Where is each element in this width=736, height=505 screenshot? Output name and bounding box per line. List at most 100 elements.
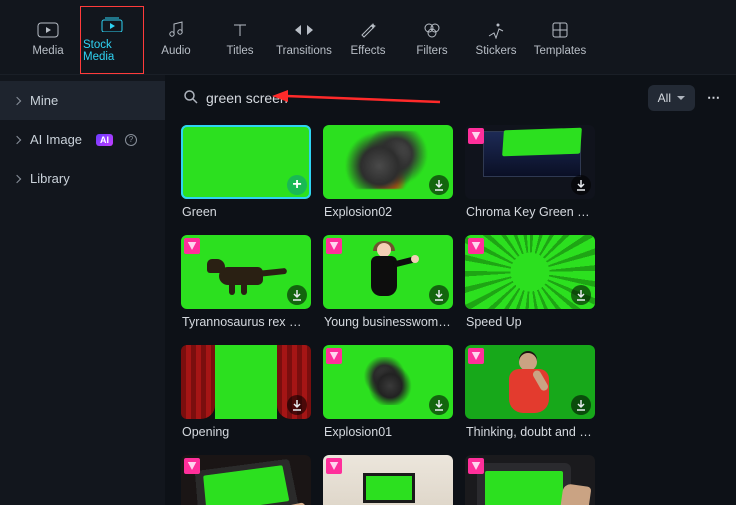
- result-caption: Explosion01: [323, 419, 453, 449]
- toolbar-stock-media[interactable]: Stock Media: [80, 6, 144, 74]
- download-icon[interactable]: [429, 285, 449, 305]
- thumbnail[interactable]: [465, 455, 595, 505]
- toolbar-label: Filters: [416, 45, 447, 57]
- sidebar: Mine AI Image AI ? Library: [0, 75, 165, 505]
- audio-icon: [165, 21, 187, 39]
- favorite-icon: [468, 238, 484, 254]
- download-icon[interactable]: [571, 285, 591, 305]
- favorite-icon: [184, 458, 200, 474]
- stock-media-icon: [101, 15, 123, 33]
- search-input[interactable]: [206, 90, 636, 106]
- download-icon[interactable]: [571, 395, 591, 415]
- thumbnail[interactable]: [323, 455, 453, 505]
- chevron-down-icon: [677, 96, 685, 100]
- toolbar-label: Transitions: [276, 45, 332, 57]
- thumbnail[interactable]: [465, 125, 595, 199]
- result-caption: Opening: [181, 419, 311, 449]
- toolbar-label: Effects: [351, 45, 386, 57]
- search-icon: [183, 89, 198, 107]
- favorite-icon: [184, 238, 200, 254]
- titles-icon: [229, 21, 251, 39]
- chevron-right-icon: [13, 96, 21, 104]
- thumbnail[interactable]: [181, 345, 311, 419]
- toolbar-audio[interactable]: Audio: [144, 6, 208, 74]
- result-caption: Thinking, doubt and focus: [465, 419, 595, 449]
- results-grid[interactable]: + Green Explosion02 Chr: [181, 125, 724, 505]
- result-item[interactable]: Explosion01: [323, 345, 453, 449]
- sidebar-item-label: AI Image: [30, 132, 82, 147]
- result-item[interactable]: Speed Up: [465, 235, 595, 339]
- sidebar-item-ai-image[interactable]: AI Image AI ?: [0, 120, 165, 159]
- result-caption: Young businesswoman presenting: [323, 309, 453, 339]
- toolbar-titles[interactable]: Titles: [208, 6, 272, 74]
- toolbar-label: Stickers: [476, 45, 517, 57]
- result-item[interactable]: Thinking, doubt and focus: [465, 345, 595, 449]
- thumbnail[interactable]: [323, 345, 453, 419]
- search-wrap: [181, 85, 638, 111]
- thumbnail[interactable]: [465, 235, 595, 309]
- thumbnail[interactable]: [181, 235, 311, 309]
- favorite-icon: [468, 348, 484, 364]
- download-icon[interactable]: [287, 395, 307, 415]
- media-icon: [37, 21, 59, 39]
- stickers-icon: [485, 21, 507, 39]
- thumbnail[interactable]: [465, 345, 595, 419]
- templates-icon: [549, 21, 571, 39]
- favorite-icon: [326, 348, 342, 364]
- toolbar-media[interactable]: Media: [16, 6, 80, 74]
- filters-icon: [421, 21, 443, 39]
- add-icon[interactable]: +: [287, 175, 307, 195]
- thumbnail[interactable]: +: [181, 125, 311, 199]
- toolbar-stickers[interactable]: Stickers: [464, 6, 528, 74]
- thumbnail[interactable]: [323, 235, 453, 309]
- result-item[interactable]: Opening: [181, 345, 311, 449]
- result-caption: Explosion02: [323, 199, 453, 229]
- sidebar-item-mine[interactable]: Mine: [0, 81, 165, 120]
- result-item[interactable]: Chroma Key Green screen city billboard: [465, 125, 595, 229]
- result-item[interactable]: Tyrannosaurus rex Walking: [181, 235, 311, 339]
- favorite-icon: [468, 128, 484, 144]
- help-icon[interactable]: ?: [125, 134, 137, 146]
- toolbar-label: Templates: [534, 45, 586, 57]
- top-toolbar: Media Stock Media Audio Titles Transitio…: [0, 0, 736, 75]
- download-icon[interactable]: [429, 395, 449, 415]
- toolbar-label: Titles: [226, 45, 253, 57]
- toolbar-transitions[interactable]: Transitions: [272, 6, 336, 74]
- result-item[interactable]: [465, 455, 595, 505]
- search-row: All ⋯: [181, 85, 724, 111]
- filter-label: All: [658, 91, 671, 105]
- ai-badge: AI: [96, 134, 113, 146]
- sidebar-item-label: Mine: [30, 93, 58, 108]
- result-item[interactable]: Young businesswoman presenting: [323, 235, 453, 339]
- result-caption: Green: [181, 199, 311, 229]
- toolbar-templates[interactable]: Templates: [528, 6, 592, 74]
- toolbar-filters[interactable]: Filters: [400, 6, 464, 74]
- result-caption: Speed Up: [465, 309, 595, 339]
- download-icon[interactable]: [571, 175, 591, 195]
- toolbar-label: Audio: [161, 45, 190, 57]
- favorite-icon: [326, 458, 342, 474]
- chevron-right-icon: [13, 135, 21, 143]
- result-caption: Chroma Key Green screen city billboard: [465, 199, 595, 229]
- thumbnail[interactable]: [323, 125, 453, 199]
- download-icon[interactable]: [287, 285, 307, 305]
- transitions-icon: [293, 21, 315, 39]
- sidebar-item-library[interactable]: Library: [0, 159, 165, 198]
- result-item[interactable]: [181, 455, 311, 505]
- sidebar-item-label: Library: [30, 171, 70, 186]
- toolbar-label: Stock Media: [83, 39, 141, 63]
- result-item[interactable]: [323, 455, 453, 505]
- result-item[interactable]: Explosion02: [323, 125, 453, 229]
- result-item[interactable]: + Green: [181, 125, 311, 229]
- main-panel: All ⋯ + Green Explosion02: [165, 75, 736, 505]
- download-icon[interactable]: [429, 175, 449, 195]
- effects-icon: [357, 21, 379, 39]
- thumbnail[interactable]: [181, 455, 311, 505]
- toolbar-effects[interactable]: Effects: [336, 6, 400, 74]
- chevron-right-icon: [13, 174, 21, 182]
- result-caption: Tyrannosaurus rex Walking: [181, 309, 311, 339]
- favorite-icon: [468, 458, 484, 474]
- filter-dropdown[interactable]: All: [648, 85, 695, 111]
- more-menu-button[interactable]: ⋯: [705, 86, 724, 110]
- toolbar-label: Media: [32, 45, 63, 57]
